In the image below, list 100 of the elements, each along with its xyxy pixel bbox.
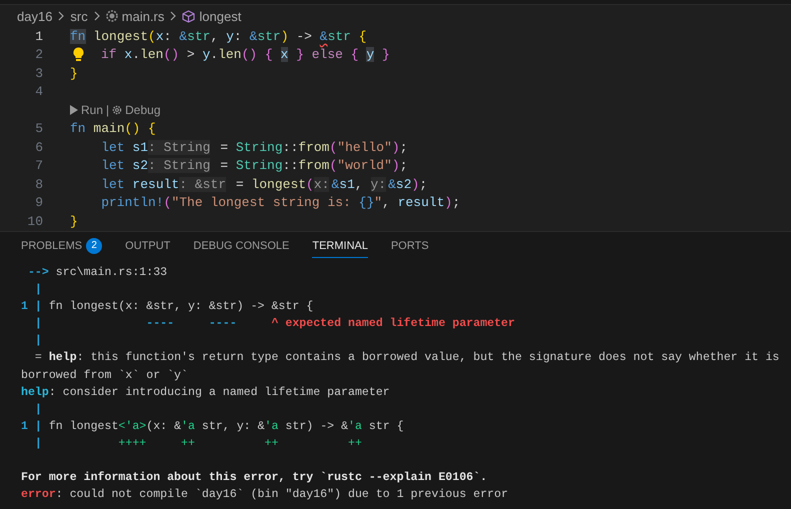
code-token: : <box>234 28 243 44</box>
code-token: } <box>70 66 78 81</box>
code-token: str <box>257 28 281 44</box>
code-token: fn <box>70 121 86 136</box>
terminal-text: | <box>34 402 42 416</box>
panel-tab[interactable]: PROBLEMS 2 <box>21 234 102 258</box>
code-token: result <box>131 176 180 192</box>
code-token: : <box>164 28 172 44</box>
line-number: 9 <box>34 195 43 210</box>
lightbulb-icon[interactable] <box>73 47 84 62</box>
code-token: ( <box>164 195 172 210</box>
code-token: ) <box>412 176 420 192</box>
terminal-text: help <box>21 386 49 399</box>
terminal-text: 'a <box>181 420 195 433</box>
gear-icon <box>106 10 118 22</box>
terminal-text: src\main.rs:1:33 <box>54 266 168 279</box>
code-token: longest <box>251 176 306 192</box>
terminal-text: = <box>34 351 43 364</box>
panel-tab[interactable]: TERMINAL <box>312 234 368 258</box>
terminal-text: ^ expected named lifetime parameter <box>271 317 515 330</box>
code-token: -> <box>295 28 313 44</box>
code-token: { <box>264 47 274 62</box>
code-token: . <box>210 47 218 62</box>
code-token: = <box>219 158 230 174</box>
code-token: ) <box>280 28 289 44</box>
code-token: "hello" <box>337 140 392 155</box>
code-token: & <box>320 28 328 44</box>
breadcrumb-item[interactable]: day16 <box>17 8 52 24</box>
code-token: () <box>124 121 140 136</box>
count-badge: 2 <box>86 238 102 254</box>
code-token: & <box>250 28 258 44</box>
terminal-text: : consider introducing a named lifetime parameter <box>48 386 390 399</box>
code-token: from <box>298 140 330 155</box>
code-token: "The longest string is: <box>171 195 352 210</box>
terminal-text: str) -> & <box>284 420 348 433</box>
panel-tab[interactable]: OUTPUT <box>125 234 170 258</box>
line-number: 6 <box>34 140 43 155</box>
code-token: len <box>218 47 242 62</box>
code-token: str <box>328 28 351 44</box>
code-token: ( <box>329 158 338 174</box>
terminal-text: 1 | <box>21 420 42 433</box>
terminal-text: 1 | <box>21 300 42 314</box>
terminal-text: | <box>34 283 42 296</box>
code-token: len <box>140 47 164 62</box>
inlay-hint: x: <box>314 176 330 192</box>
code-token: ) <box>392 158 400 174</box>
code-token: let <box>100 176 125 192</box>
terminal-text: 'a <box>348 420 362 433</box>
code-token: , <box>382 195 391 210</box>
breadcrumb-item[interactable]: main.rs <box>106 8 164 24</box>
code-token: result <box>398 195 445 210</box>
code-token: s1 <box>339 176 355 192</box>
code-token: () <box>163 47 180 62</box>
code-token: if <box>101 47 117 62</box>
chevron-icon <box>57 11 66 21</box>
terminal-text: | <box>34 436 42 450</box>
terminal-text: --> <box>26 266 49 279</box>
line-number: 3 <box>34 66 43 81</box>
chevron-icon <box>169 11 178 21</box>
line-number: 4 <box>34 84 43 100</box>
code-token: ( <box>306 176 314 192</box>
breadcrumb-item[interactable]: longest <box>182 8 242 24</box>
code-token: main <box>92 121 125 136</box>
debug-link[interactable]: Debug <box>112 103 161 118</box>
terminal-text: (x: & <box>146 420 182 433</box>
code-token: println! <box>100 195 164 210</box>
code-token: { <box>358 28 367 44</box>
separator-text: | <box>106 103 110 118</box>
panel-tab[interactable]: DEBUG CONSOLE <box>193 234 290 258</box>
run-link[interactable]: Run <box>70 103 104 118</box>
code-token: x <box>280 47 288 62</box>
line-number: 5 <box>34 121 43 136</box>
code-token: > <box>186 47 196 62</box>
code-token: = <box>234 176 245 192</box>
code-token: x <box>156 28 164 44</box>
code-token: & <box>179 28 188 44</box>
inlay-hint: : &str <box>179 176 226 192</box>
terminal-text: : this function's return type contains a borrowed value, but the signature does not say whether it is <box>76 351 780 364</box>
code-token: , <box>354 176 364 192</box>
code-token: y <box>202 47 210 62</box>
terminal-text: str, y: & <box>200 420 265 433</box>
terminal-text: 'a <box>264 420 278 433</box>
code-token: let <box>100 158 125 174</box>
panel-tab[interactable]: PORTS <box>390 234 429 258</box>
breadcrumb-item[interactable]: src <box>70 8 88 24</box>
code-token: "world" <box>337 158 392 174</box>
terminal-text: ---- ---- <box>145 317 238 330</box>
line-number: 8 <box>34 176 43 192</box>
terminal-text: fn longest(x: &str, y: &str) -> &str { <box>48 300 314 314</box>
code-token: ( <box>148 28 156 44</box>
code-token: () <box>241 47 258 62</box>
code-token: ) <box>392 140 400 155</box>
code-token: } <box>295 47 304 62</box>
code-token: ) <box>444 195 452 210</box>
play-icon <box>70 105 78 116</box>
code-token: ; <box>400 140 408 155</box>
code-token: :: <box>282 158 298 174</box>
code-token: :: <box>282 140 298 155</box>
chevron-icon <box>92 11 101 21</box>
code-token: , <box>210 28 220 44</box>
